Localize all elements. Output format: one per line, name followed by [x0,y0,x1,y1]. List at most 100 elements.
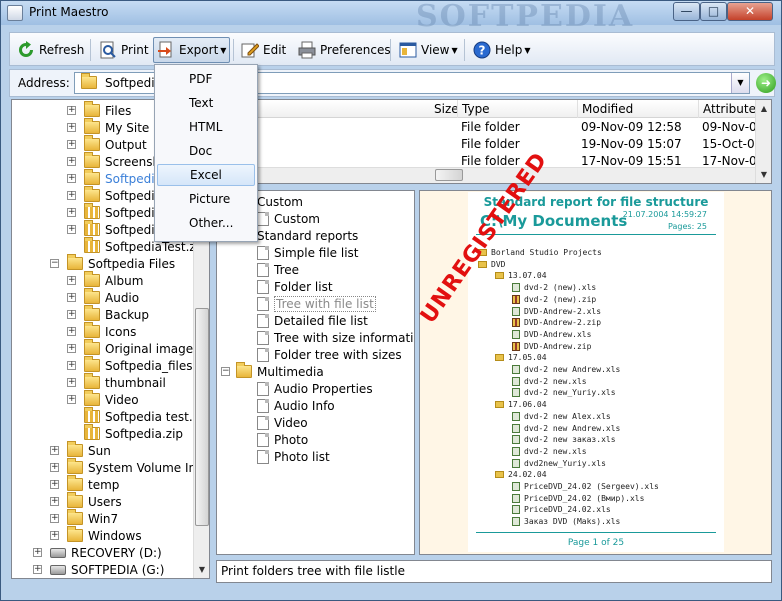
report-item[interactable]: Detailed file list [257,312,368,329]
tree-item[interactable]: Softpedia test.zip [67,407,209,425]
table-row[interactable]: sFile folder19-Nov-09 15:0715-Oct-09 [215,136,762,153]
tree-item[interactable]: Softpedia.zip [67,424,183,442]
tree-item[interactable]: + My Site [67,118,149,136]
tree-item[interactable]: + Files [67,101,131,119]
export-button[interactable]: Export ▼ [153,37,230,63]
expand-toggle[interactable]: + [67,293,76,302]
minimize-button[interactable]: — [673,2,700,21]
report-item[interactable]: Tree with file list [257,295,376,312]
menu-item-other[interactable]: Other... [157,212,255,234]
tree-item[interactable]: + Video [67,390,139,408]
scroll-down-button[interactable]: ▼ [756,166,771,183]
report-item[interactable]: Audio Info [257,397,335,414]
file-list[interactable]: Size Type Modified Attributes File folde… [214,99,772,184]
expand-toggle[interactable]: + [50,446,59,455]
expand-toggle[interactable]: + [33,565,42,574]
collapse-toggle[interactable]: − [221,367,230,376]
scrollbar-thumb[interactable] [435,169,463,181]
tree-item[interactable]: + Softpedia [67,186,162,204]
address-dropdown-button[interactable]: ▼ [731,73,749,93]
tree-item[interactable]: + Softpedia [67,220,162,238]
view-button[interactable]: View ▼ [396,37,461,63]
scroll-down-button[interactable]: ▼ [194,561,209,578]
tree-item[interactable]: + System Volume Information [50,458,209,476]
go-button[interactable]: ➜ [756,73,776,93]
report-item[interactable]: Video [257,414,308,431]
tree-item[interactable]: + Icons [67,322,136,340]
tree-item[interactable]: + Audio [67,288,139,306]
column-divider[interactable] [577,100,578,118]
report-item[interactable]: Folder tree with sizes [257,346,402,363]
refresh-button[interactable]: Refresh [14,37,87,63]
tree-item[interactable]: + Output [67,135,147,153]
file-list-vscrollbar[interactable]: ▲ ▼ [755,100,771,183]
menu-item-pdf[interactable]: PDF [157,68,255,90]
report-item[interactable]: Audio Properties [257,380,373,397]
column-attributes[interactable]: Attributes [703,102,762,116]
menu-item-excel[interactable]: Excel [157,164,255,186]
tree-item[interactable]: + Backup [67,305,149,323]
report-group[interactable]: − Multimedia [221,362,324,380]
report-item[interactable]: Photo list [257,448,330,465]
close-button[interactable]: ✕ [727,2,773,21]
expand-toggle[interactable]: + [67,378,76,387]
maximize-button[interactable]: □ [700,2,727,21]
expand-toggle[interactable]: + [33,548,42,557]
menu-item-picture[interactable]: Picture [157,188,255,210]
column-size[interactable]: Size [434,102,459,116]
expand-toggle[interactable]: − [50,259,59,268]
help-button[interactable]: ? Help ▼ [470,37,534,63]
table-row[interactable]: File folder 09-Nov-09 12:58 09-Nov-09 [215,119,764,136]
tree-item[interactable]: + SOFTPEDIA (G:) [33,561,164,578]
expand-toggle[interactable]: + [50,514,59,523]
tree-item[interactable]: + Sun [50,441,111,459]
file-list-hscrollbar[interactable] [215,167,755,183]
tree-item[interactable]: + Original images [67,339,199,357]
tree-item[interactable]: + Users [50,492,122,510]
expand-toggle[interactable]: + [67,225,76,234]
report-item[interactable]: Tree with size information [257,329,414,346]
report-item[interactable]: Photo [257,431,308,448]
scrollbar-thumb[interactable] [195,308,209,526]
tree-item[interactable]: − Softpedia Files [50,254,175,272]
expand-toggle[interactable]: + [67,106,76,115]
column-type[interactable]: Type [462,102,490,116]
tree-item[interactable]: + Softpedia [67,169,162,187]
report-item[interactable]: Tree [257,261,299,278]
menu-item-doc[interactable]: Doc [157,140,255,162]
tree-item[interactable]: + Windows [50,526,142,544]
expand-toggle[interactable]: + [67,157,76,166]
expand-toggle[interactable]: + [67,208,76,217]
report-item[interactable]: Simple file list [257,244,359,261]
menu-item-text[interactable]: Text [157,92,255,114]
expand-toggle[interactable]: + [50,497,59,506]
menu-item-html[interactable]: HTML [157,116,255,138]
expand-toggle[interactable]: + [67,276,76,285]
expand-toggle[interactable]: + [67,140,76,149]
print-button[interactable]: Print [96,37,152,63]
tree-item[interactable]: + RECOVERY (D:) [33,544,162,561]
expand-toggle[interactable]: + [67,174,76,183]
expand-toggle[interactable]: + [50,480,59,489]
expand-toggle[interactable]: + [67,344,76,353]
column-modified[interactable]: Modified [582,102,633,116]
expand-toggle[interactable]: + [67,310,76,319]
preferences-button[interactable]: Preferences [295,37,394,63]
tree-item[interactable]: + Softpedia_files [67,356,193,374]
expand-toggle[interactable]: + [50,531,59,540]
edit-button[interactable]: Edit [238,37,289,63]
tree-item[interactable]: + thumbnail [67,373,166,391]
column-divider[interactable] [698,100,699,118]
tree-item[interactable]: + Album [67,271,143,289]
report-item[interactable]: Folder list [257,278,333,295]
expand-toggle[interactable]: + [67,327,76,336]
column-divider[interactable] [457,100,458,118]
expand-toggle[interactable]: + [67,191,76,200]
scroll-up-button[interactable]: ▲ [756,100,771,117]
tree-item[interactable]: + temp [50,475,119,493]
report-type-tree[interactable]: −CustomCustom−Standard reportsSimple fil… [216,190,415,555]
report-item[interactable]: Custom [257,210,320,227]
expand-toggle[interactable]: + [67,123,76,132]
expand-toggle[interactable]: + [67,395,76,404]
tree-item[interactable]: + Win7 [50,509,118,527]
